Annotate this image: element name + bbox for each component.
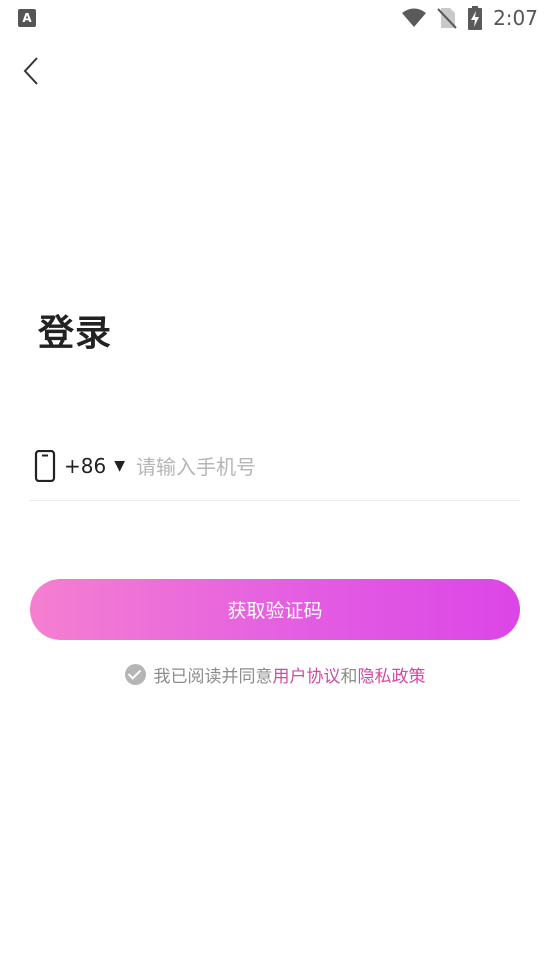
agreement-checkbox[interactable] <box>124 664 146 685</box>
page-title: 登录 <box>38 313 113 354</box>
country-code-selector[interactable]: +86 ▼ <box>64 454 125 478</box>
get-verification-code-button[interactable]: 获取验证码 <box>30 579 520 640</box>
agreement-row: 我已阅读并同意 用户协议 和 隐私政策 <box>0 662 550 687</box>
status-left: A <box>18 9 36 27</box>
phone-input-row: +86 ▼ <box>30 444 520 501</box>
user-agreement-link[interactable]: 用户协议 <box>273 662 341 687</box>
battery-charging-icon <box>468 6 483 30</box>
no-sim-icon <box>437 8 457 29</box>
privacy-policy-link[interactable]: 隐私政策 <box>358 662 426 687</box>
agreement-connector-text: 和 <box>340 667 358 687</box>
status-time: 2:07 <box>493 6 538 30</box>
wifi-icon <box>402 8 427 27</box>
phone-number-input[interactable] <box>136 450 506 484</box>
country-code-value: +86 <box>64 454 107 478</box>
mobile-phone-icon <box>34 450 56 482</box>
notification-app-icon: A <box>18 9 36 27</box>
status-bar: A 2:07 <box>0 0 550 36</box>
agreement-prefix-text: 我已阅读并同意 <box>153 667 273 687</box>
status-right: 2:07 <box>401 6 538 30</box>
dropdown-caret-icon: ▼ <box>114 458 125 474</box>
back-button[interactable] <box>20 56 44 86</box>
chevron-left-icon <box>23 57 38 85</box>
